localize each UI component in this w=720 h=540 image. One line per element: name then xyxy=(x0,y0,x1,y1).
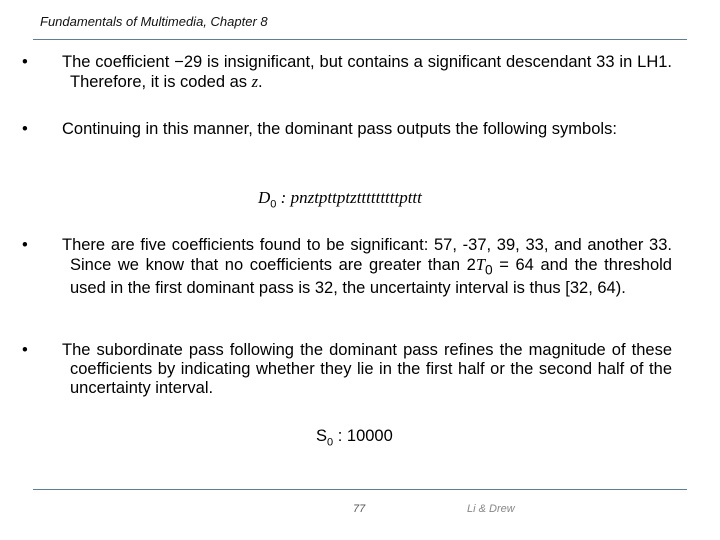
header-title: Fundamentals of Multimedia, Chapter 8 xyxy=(40,14,268,29)
bullet-text: The subordinate pass following the domin… xyxy=(62,341,672,397)
bullet-1: • The coefficient −29 is insignificant, b… xyxy=(22,53,672,92)
bullet-dot: • xyxy=(22,236,28,254)
bullet-italic: T xyxy=(475,255,485,274)
formula-value: 10000 xyxy=(346,427,393,445)
bullet-dot: • xyxy=(22,341,28,359)
bullet-text: The coefficient −29 is insignificant, bu… xyxy=(62,53,672,91)
bullet-dot: • xyxy=(22,53,28,71)
subordinate-pass-formula: S0 : 10000 xyxy=(316,427,393,448)
formula-symbol: D xyxy=(258,188,271,207)
formula-separator: : xyxy=(333,427,347,445)
footer-divider xyxy=(33,489,687,490)
bullet-text: Continuing in this manner, the dominant … xyxy=(62,120,617,138)
bullet-3: • There are five coefficients found to be… xyxy=(22,236,672,298)
bullet-4: • The subordinate pass following the domi… xyxy=(22,341,672,398)
footer-authors: Li & Drew xyxy=(467,503,515,515)
bullet-subscript: 0 xyxy=(485,262,493,278)
header-divider xyxy=(33,39,687,40)
formula-value: pnztpttptztttttttttpttt xyxy=(290,188,422,207)
dominant-pass-formula: D0 : pnztpttptztttttttttpttt xyxy=(258,188,422,210)
formula-symbol: S xyxy=(316,427,328,445)
bullet-text-after: . xyxy=(258,73,263,91)
page-number: 77 xyxy=(353,503,366,515)
formula-separator: : xyxy=(276,188,291,207)
bullet-2: • Continuing in this manner, the dominant… xyxy=(22,120,672,139)
bullet-dot: • xyxy=(22,120,28,138)
